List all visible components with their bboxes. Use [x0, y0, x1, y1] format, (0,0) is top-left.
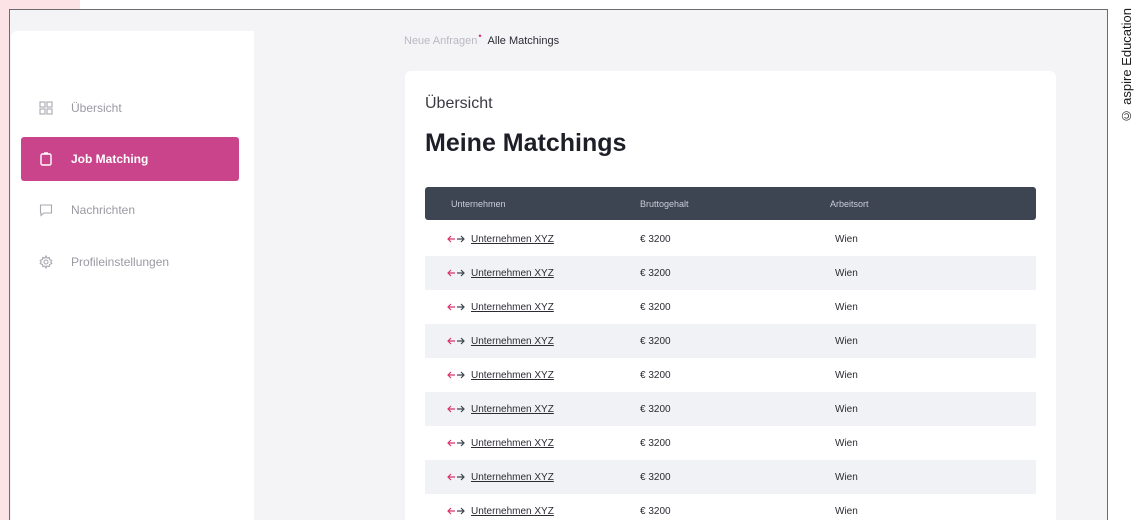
company-link[interactable]: Unternehmen XYZ	[471, 506, 554, 517]
grid-icon	[39, 101, 53, 115]
swap-arrows-icon	[447, 337, 465, 345]
company-link[interactable]: Unternehmen XYZ	[471, 302, 554, 313]
table-row: Unternehmen XYZ € 3200 Wien	[425, 358, 1036, 392]
column-header-location: Arbeitsort	[830, 198, 869, 209]
company-link[interactable]: Unternehmen XYZ	[471, 438, 554, 449]
table-row: Unternehmen XYZ € 3200 Wien	[425, 290, 1036, 324]
location-cell: Wien	[835, 471, 858, 483]
location-cell: Wien	[835, 335, 858, 347]
breadcrumb: Neue Anfragen • Alle Matchings	[404, 31, 560, 47]
tab-alle-matchings[interactable]: Alle Matchings	[488, 35, 560, 47]
swap-arrows-icon	[447, 269, 465, 277]
gear-icon	[39, 255, 53, 269]
matchings-card: Übersicht Meine Matchings Unternehmen Br…	[405, 71, 1056, 520]
table-row: Unternehmen XYZ € 3200 Wien	[425, 494, 1036, 520]
salary-cell: € 3200	[640, 437, 671, 449]
company-link[interactable]: Unternehmen XYZ	[471, 234, 554, 245]
table-body: Unternehmen XYZ € 3200 Wien Unternehmen …	[425, 222, 1036, 520]
tab-neue-anfragen[interactable]: Neue Anfragen	[404, 35, 477, 47]
copyright-text: © aspire Education	[1119, 8, 1134, 124]
notification-dot: •	[478, 31, 482, 41]
sidebar-item-uebersicht[interactable]: Übersicht	[21, 86, 239, 130]
column-header-company: Unternehmen	[451, 198, 506, 209]
location-cell: Wien	[835, 301, 858, 313]
company-link[interactable]: Unternehmen XYZ	[471, 336, 554, 347]
company-cell: Unternehmen XYZ	[447, 506, 554, 517]
sidebar-item-label: Profileinstellungen	[71, 255, 170, 269]
company-cell: Unternehmen XYZ	[447, 370, 554, 381]
company-cell: Unternehmen XYZ	[447, 404, 554, 415]
company-cell: Unternehmen XYZ	[447, 268, 554, 279]
company-link[interactable]: Unternehmen XYZ	[471, 268, 554, 279]
location-cell: Wien	[835, 233, 858, 245]
sidebar-item-label: Übersicht	[71, 101, 122, 115]
swap-arrows-icon	[447, 507, 465, 515]
company-cell: Unternehmen XYZ	[447, 472, 554, 483]
company-cell: Unternehmen XYZ	[447, 234, 554, 245]
table-row: Unternehmen XYZ € 3200 Wien	[425, 392, 1036, 426]
swap-arrows-icon	[447, 473, 465, 481]
swap-arrows-icon	[447, 303, 465, 311]
salary-cell: € 3200	[640, 267, 671, 279]
table-row: Unternehmen XYZ € 3200 Wien	[425, 222, 1036, 256]
column-header-salary: Bruttogehalt	[640, 198, 689, 209]
location-cell: Wien	[835, 505, 858, 517]
table-row: Unternehmen XYZ € 3200 Wien	[425, 460, 1036, 494]
company-cell: Unternehmen XYZ	[447, 302, 554, 313]
salary-cell: € 3200	[640, 233, 671, 245]
swap-arrows-icon	[447, 405, 465, 413]
company-cell: Unternehmen XYZ	[447, 438, 554, 449]
table-row: Unternehmen XYZ € 3200 Wien	[425, 256, 1036, 290]
company-cell: Unternehmen XYZ	[447, 336, 554, 347]
chat-icon	[39, 203, 53, 217]
salary-cell: € 3200	[640, 335, 671, 347]
location-cell: Wien	[835, 437, 858, 449]
page-title: Meine Matchings	[425, 129, 627, 157]
swap-arrows-icon	[447, 235, 465, 243]
page-subtitle: Übersicht	[425, 95, 493, 112]
location-cell: Wien	[835, 267, 858, 279]
sidebar: Übersicht Job Matching Nachrichten Profi…	[11, 31, 254, 520]
sidebar-item-label: Nachrichten	[71, 203, 136, 217]
sidebar-item-job-matching[interactable]: Job Matching	[21, 137, 239, 181]
salary-cell: € 3200	[640, 403, 671, 415]
table-header: Unternehmen Bruttogehalt Arbeitsort	[425, 187, 1036, 220]
sidebar-item-profileinstellungen[interactable]: Profileinstellungen	[21, 240, 239, 284]
salary-cell: € 3200	[640, 369, 671, 381]
salary-cell: € 3200	[640, 301, 671, 313]
company-link[interactable]: Unternehmen XYZ	[471, 370, 554, 381]
swap-arrows-icon	[447, 371, 465, 379]
location-cell: Wien	[835, 369, 858, 381]
sidebar-item-label: Job Matching	[71, 152, 149, 166]
swap-arrows-icon	[447, 439, 465, 447]
copyright-notice: © aspire Education	[1112, 0, 1141, 520]
company-link[interactable]: Unternehmen XYZ	[471, 472, 554, 483]
location-cell: Wien	[835, 403, 858, 415]
table-row: Unternehmen XYZ € 3200 Wien	[425, 426, 1036, 460]
salary-cell: € 3200	[640, 471, 671, 483]
salary-cell: € 3200	[640, 505, 671, 517]
clipboard-icon	[39, 152, 53, 166]
table-row: Unternehmen XYZ € 3200 Wien	[425, 324, 1036, 358]
app-window: Übersicht Job Matching Nachrichten Profi…	[9, 9, 1108, 520]
sidebar-item-nachrichten[interactable]: Nachrichten	[21, 188, 239, 232]
company-link[interactable]: Unternehmen XYZ	[471, 404, 554, 415]
